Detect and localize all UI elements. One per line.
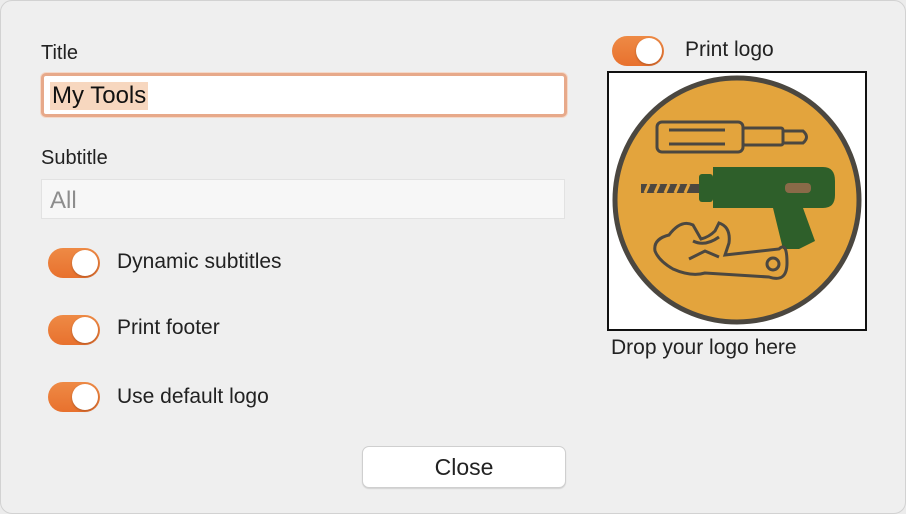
title-label: Title [41,42,79,64]
toggle-knob [72,317,98,343]
title-input-value: My Tools [50,82,149,110]
dynamic-subtitles-toggle[interactable] [48,248,100,278]
logo-drop-zone[interactable] [607,71,867,331]
print-logo-toggle[interactable] [612,36,664,66]
toggle-knob [72,384,98,410]
toggle-knob [636,38,662,64]
toggle-knob [72,250,98,276]
logo-drop-caption: Drop your logo here [611,336,797,359]
subtitle-label: Subtitle [41,147,108,169]
print-logo-label: Print logo [685,38,774,61]
use-default-logo-toggle[interactable] [48,382,100,412]
print-footer-label: Print footer [117,316,220,339]
close-button[interactable]: Close [362,446,566,488]
title-input[interactable]: My Tools [41,73,567,117]
subtitle-placeholder: All [50,187,77,214]
print-footer-toggle[interactable] [48,315,100,345]
dynamic-subtitles-label: Dynamic subtitles [117,250,282,273]
subtitle-input[interactable]: All [41,179,565,219]
tools-logo-icon [612,75,862,325]
use-default-logo-label: Use default logo [117,385,269,408]
logo-settings-dialog: Title My Tools Subtitle All Dynamic subt… [0,0,906,514]
